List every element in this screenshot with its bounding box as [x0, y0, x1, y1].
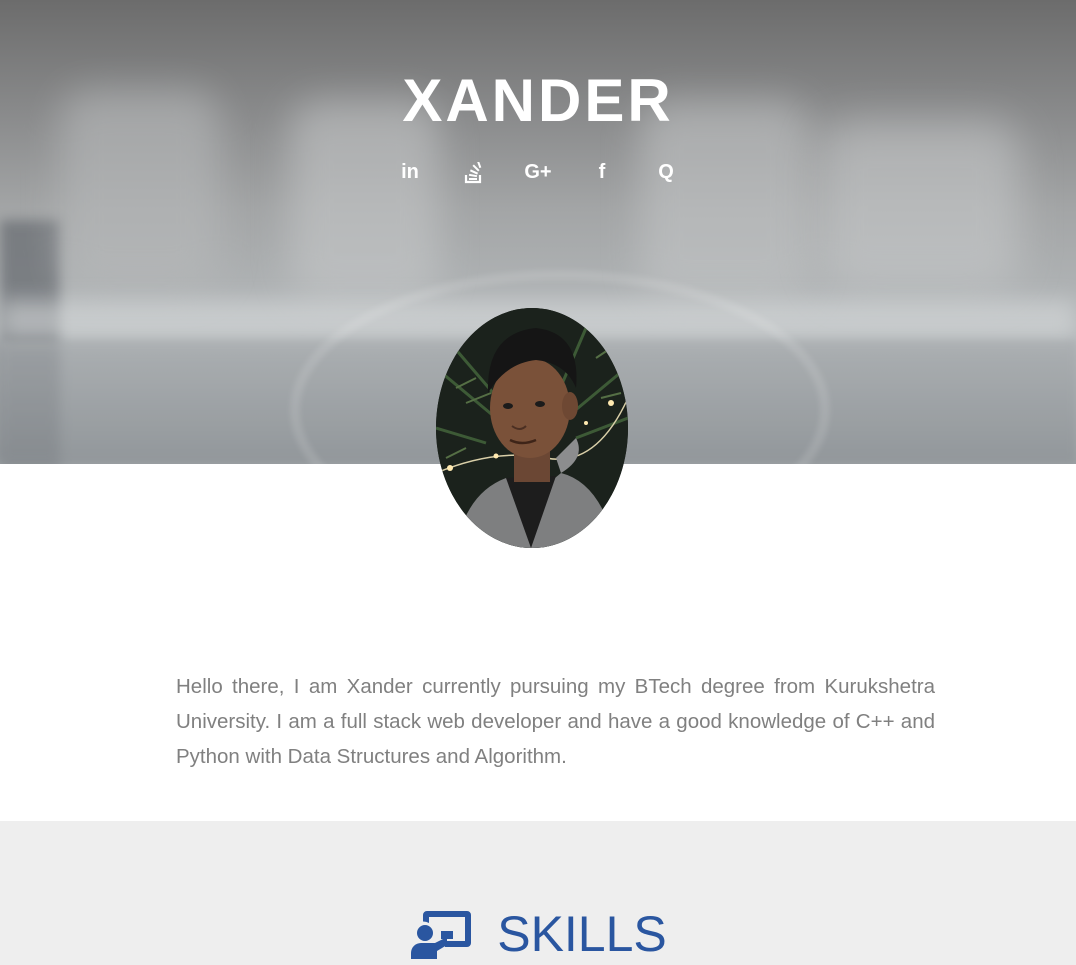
- about-text: Hello there, I am Xander currently pursu…: [176, 675, 935, 768]
- stackoverflow-link[interactable]: [442, 158, 506, 186]
- stackoverflow-icon: [464, 159, 482, 184]
- profile-avatar: [436, 308, 628, 548]
- social-links: in G+ f Q: [0, 158, 1076, 186]
- linkedin-icon: in: [401, 161, 419, 183]
- profile-photo: [436, 308, 628, 548]
- skills-heading: SKILLS: [0, 904, 1076, 964]
- google-plus-icon: G+: [524, 161, 552, 183]
- profile-name: XANDER: [402, 67, 674, 134]
- quora-icon: Q: [658, 161, 674, 183]
- skills-title: SKILLS: [497, 906, 667, 962]
- facebook-icon: f: [598, 161, 606, 183]
- facebook-link[interactable]: f: [570, 158, 634, 186]
- quora-link[interactable]: Q: [634, 158, 698, 186]
- linkedin-link[interactable]: in: [378, 158, 442, 186]
- teacher-board-icon: [411, 911, 472, 959]
- google-plus-link[interactable]: G+: [506, 158, 570, 186]
